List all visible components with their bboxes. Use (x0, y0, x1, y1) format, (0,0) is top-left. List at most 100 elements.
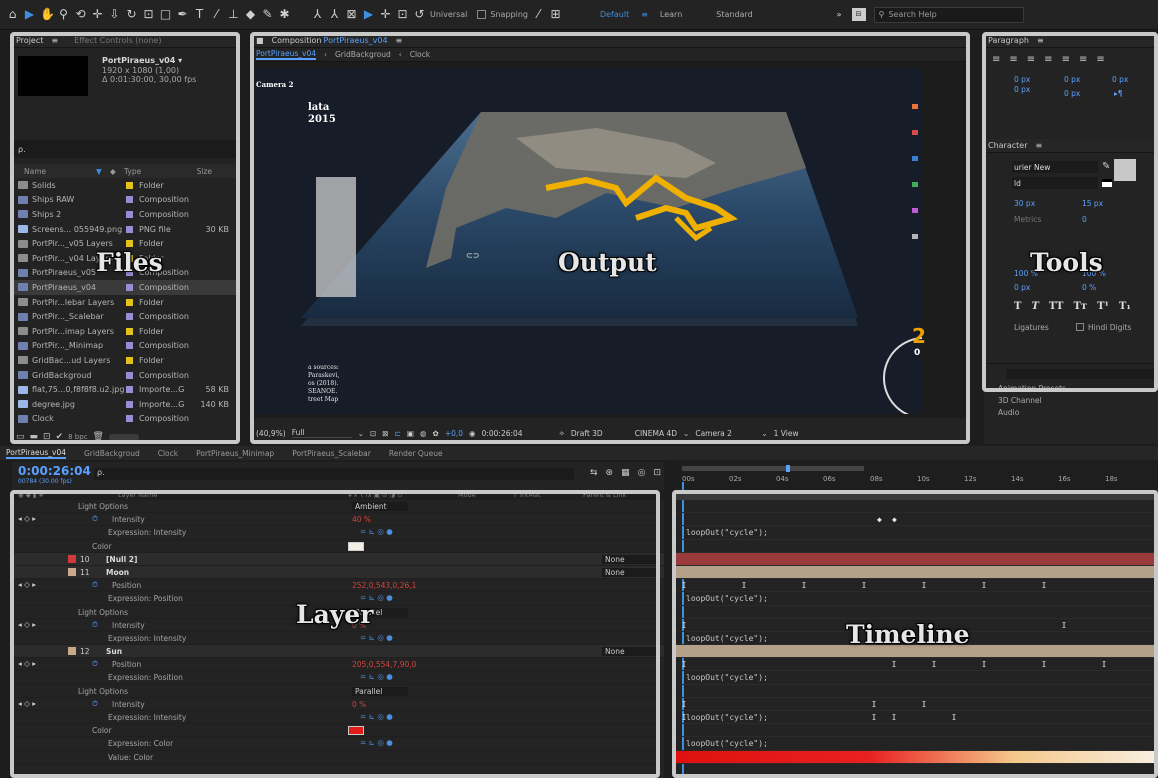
keyframe-icon[interactable]: ⵊ (742, 581, 746, 590)
brush-icon[interactable]: ⁄ (210, 8, 223, 21)
track-row[interactable]: ⵊⵊⵊ (676, 698, 1158, 711)
snapping-checkbox[interactable] (477, 10, 487, 19)
layer-label-color[interactable] (68, 554, 76, 563)
layer-label-color[interactable] (68, 647, 76, 656)
black-white-swatch[interactable] (1102, 179, 1112, 187)
motion-blur-icon[interactable]: ◎ (638, 468, 646, 478)
keyframe-icon[interactable]: ⵊ (892, 660, 896, 669)
channel-icon[interactable]: ◍ (420, 429, 427, 438)
project-item[interactable]: PortPir...imap Layers Folder (12, 324, 240, 339)
expression-controls-icon[interactable]: = ⊾ ◎ ● (360, 712, 393, 721)
property-row[interactable]: Position ⏱ ◂ ◇ ▸ 252,0,543,0,26,1 (12, 579, 664, 593)
property-row[interactable]: Intensity ⏱ ◂ ◇ ▸ 0 % (12, 698, 664, 711)
color-swatch[interactable] (348, 726, 364, 736)
property-row[interactable]: Expression: Intensity = ⊾ ◎ ● (12, 711, 664, 725)
track-row[interactable]: loopOut("cycle"); ⵊ ⵊ ⵊ ⵊ (676, 711, 1158, 725)
keyframe-icon[interactable]: ⵊ (682, 700, 686, 709)
panel-menu-icon[interactable]: ≡ (1036, 141, 1043, 150)
expression-controls-icon[interactable]: = ⊾ ◎ ● (360, 672, 393, 681)
rect-icon[interactable]: □ (159, 8, 172, 21)
shy-icon[interactable]: ⊛ (606, 468, 614, 478)
property-row[interactable]: Expression: Intensity = ⊾ ◎ ● (12, 632, 664, 646)
composition-name[interactable]: PortPiraeus_v04 (324, 36, 388, 45)
justify-right-icon[interactable]: ≡ (1079, 54, 1087, 65)
keyframe-icon[interactable]: ⵊ (1102, 660, 1106, 669)
light-type-dropdown[interactable]: Ambient (352, 502, 408, 511)
track-row[interactable]: ◆ ◆ (676, 513, 1158, 527)
indent-first-value[interactable]: 0 px (1064, 75, 1080, 84)
label-color-swatch[interactable] (126, 240, 133, 248)
undo-icon[interactable]: ↺ (413, 8, 426, 21)
expression-text[interactable]: loopOut("cycle"); (686, 713, 768, 722)
column-size[interactable]: Size (182, 167, 212, 176)
property-row[interactable]: Expression: Color = ⊾ ◎ ● (12, 737, 664, 751)
keyframe-navigator-icon[interactable]: ◂ ◇ ▸ (18, 699, 36, 708)
expression-text[interactable]: loopOut("cycle"); (686, 594, 768, 603)
label-color-swatch[interactable] (126, 415, 133, 423)
ligatures-checkbox[interactable]: Ligatures (1014, 323, 1049, 332)
stopwatch-icon[interactable]: ⏱ (92, 580, 98, 590)
column-layer-name[interactable]: Layer Name (118, 491, 348, 499)
timeline-tab[interactable]: PortPiraeus_Scalebar (292, 449, 371, 458)
axis-local-icon[interactable]: ⅄ (311, 8, 324, 21)
small-caps-icon[interactable]: Tт (1073, 301, 1087, 312)
property-row[interactable]: Light Options Ambient (12, 500, 664, 514)
keyframe-icon[interactable]: ◆ (877, 515, 882, 524)
workspace-default[interactable]: Default (600, 10, 629, 19)
keyframe-icon[interactable]: ⵊ (922, 581, 926, 590)
orbit-icon[interactable]: ⟲ (74, 8, 87, 21)
keyframe-navigator-icon[interactable]: ◂ ◇ ▸ (18, 659, 36, 668)
keyframe-navigator-icon[interactable]: ◂ ◇ ▸ (18, 580, 36, 589)
breadcrumb-portpiraeus[interactable]: PortPiraeus_v04 (256, 49, 316, 60)
project-item[interactable]: GridBac...ud Layers Folder (12, 353, 240, 368)
interpret-footage-icon[interactable]: ▭ (16, 432, 25, 442)
track-row[interactable] (676, 750, 1158, 764)
label-color-swatch[interactable] (126, 400, 133, 408)
resolution-dropdown[interactable]: Full (291, 428, 352, 438)
search-help-field[interactable]: ⚲ Search Help (873, 6, 1024, 23)
color-management-icon[interactable]: ✿ (433, 429, 439, 438)
keyframe-icon[interactable]: ⵊ (1062, 621, 1066, 630)
label-color-swatch[interactable] (126, 356, 133, 364)
work-area-handle[interactable] (786, 465, 790, 472)
project-item[interactable]: degree.jpg Importe...G 140 KB (12, 397, 240, 412)
trash-icon[interactable]: 🗑 (93, 432, 104, 442)
column-parent[interactable]: Parent & Link (583, 491, 626, 499)
move-3d-icon[interactable]: ▶ (362, 8, 375, 21)
layer-row[interactable]: 10 [Null 2] None (12, 552, 664, 566)
property-row[interactable]: Value: Color (12, 751, 664, 764)
expression-text[interactable]: loopOut("cycle"); (686, 739, 768, 748)
font-family-dropdown[interactable]: urier New (1012, 161, 1098, 173)
column-type[interactable]: Type (124, 167, 182, 176)
space-after-value[interactable]: 0 px (1064, 89, 1080, 98)
keyframe-icon[interactable]: ⵊ (1042, 581, 1046, 590)
property-value[interactable]: 40 % (352, 515, 371, 524)
rotate-icon[interactable]: ↻ (125, 8, 138, 21)
keyframe-icon[interactable]: ⵊ (1042, 660, 1046, 669)
faux-italic-icon[interactable]: T (1031, 301, 1038, 312)
project-item[interactable]: Ships RAW Composition (12, 193, 240, 208)
column-name[interactable]: Name (24, 167, 96, 176)
faux-bold-icon[interactable]: T (1014, 301, 1021, 312)
expression-text[interactable]: loopOut("cycle"); (686, 673, 768, 682)
keyframe-icon[interactable]: ⵊ (872, 700, 876, 709)
track-row[interactable] (676, 724, 1158, 738)
selection-icon[interactable]: ▶ (23, 8, 36, 21)
workspace-learn[interactable]: Learn (660, 10, 682, 19)
tsume-value[interactable]: 0 % (1082, 283, 1096, 292)
keyframe-icon[interactable]: ⵊ (872, 713, 876, 722)
layer-row[interactable]: 12 Sun None (12, 645, 664, 659)
animation-presets-item[interactable]: Animation Presets (998, 384, 1066, 393)
axis-view-icon[interactable]: ⊠ (345, 8, 358, 21)
draft-3d-toggle-icon[interactable]: ⇆ (590, 468, 598, 478)
track-row[interactable] (676, 565, 1158, 580)
property-value[interactable]: 0 % (352, 700, 366, 709)
audio-item[interactable]: Audio (998, 408, 1019, 417)
snap-options-icon[interactable]: ⁄ (532, 8, 545, 21)
label-color-swatch[interactable] (126, 283, 133, 291)
track-row[interactable]: ⵊⵊⵊⵊⵊⵊ (676, 658, 1158, 672)
puppet-icon[interactable]: ✱ (278, 8, 291, 21)
view-layout-dropdown[interactable]: 1 View (774, 429, 799, 438)
superscript-icon[interactable]: T¹ (1097, 301, 1109, 312)
indent-left-value[interactable]: 0 px (1014, 75, 1030, 84)
